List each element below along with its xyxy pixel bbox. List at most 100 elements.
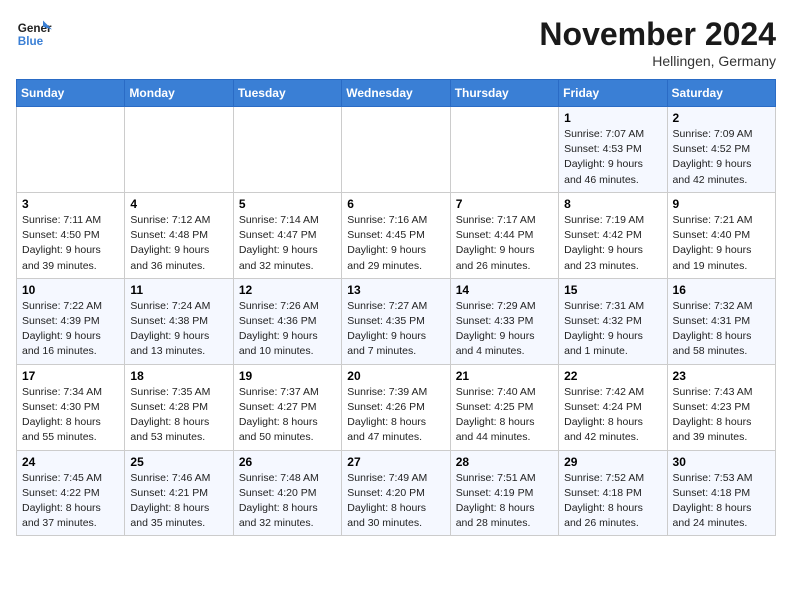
day-number: 2 [673, 111, 770, 125]
svg-text:General: General [18, 22, 52, 35]
calendar-week-row: 1Sunrise: 7:07 AM Sunset: 4:53 PM Daylig… [17, 107, 776, 193]
day-number: 10 [22, 283, 119, 297]
calendar-day-cell: 7 Sunrise: 7:17 AM Sunset: 4:44 PM Daylig… [450, 192, 558, 278]
day-number: 15 [564, 283, 661, 297]
day-info: Sunrise: 7:40 AM Sunset: 4:25 PM Dayligh… [456, 385, 553, 446]
calendar-day-cell: 24 Sunrise: 7:45 AM Sunset: 4:22 PM Dayli… [17, 450, 125, 536]
day-info: Sunrise: 7:39 AM Sunset: 4:26 PM Dayligh… [347, 385, 444, 446]
day-number: 22 [564, 369, 661, 383]
day-info: Sunrise: 7:51 AM Sunset: 4:19 PM Dayligh… [456, 471, 553, 532]
logo: General Blue [16, 16, 52, 52]
calendar-day-cell: 11Sunrise: 7:24 AM Sunset: 4:38 PM Dayli… [125, 278, 233, 364]
calendar-day-header: Wednesday [342, 80, 450, 107]
day-number: 14 [456, 283, 553, 297]
calendar-day-cell [17, 107, 125, 193]
calendar-day-header: Tuesday [233, 80, 341, 107]
day-info: Sunrise: 7:42 AM Sunset: 4:24 PM Dayligh… [564, 385, 661, 446]
calendar-day-cell [450, 107, 558, 193]
calendar-week-row: 3 Sunrise: 7:11 AM Sunset: 4:50 PM Daylig… [17, 192, 776, 278]
day-info: Sunrise: 7:43 AM Sunset: 4:23 PM Dayligh… [673, 385, 770, 446]
month-title: November 2024 [539, 16, 776, 53]
calendar-week-row: 17Sunrise: 7:34 AM Sunset: 4:30 PM Dayli… [17, 364, 776, 450]
calendar-day-cell [233, 107, 341, 193]
calendar-day-cell: 17Sunrise: 7:34 AM Sunset: 4:30 PM Dayli… [17, 364, 125, 450]
day-number: 23 [673, 369, 770, 383]
svg-text:Blue: Blue [18, 35, 44, 48]
day-info: Sunrise: 7:34 AM Sunset: 4:30 PM Dayligh… [22, 385, 119, 446]
calendar-day-cell [125, 107, 233, 193]
day-info: Sunrise: 7:45 AM Sunset: 4:22 PM Dayligh… [22, 471, 119, 532]
day-number: 24 [22, 455, 119, 469]
calendar-day-cell: 27Sunrise: 7:49 AM Sunset: 4:20 PM Dayli… [342, 450, 450, 536]
day-number: 4 [130, 197, 227, 211]
day-info: Sunrise: 7:26 AM Sunset: 4:36 PM Dayligh… [239, 299, 336, 360]
day-info: Sunrise: 7:52 AM Sunset: 4:18 PM Dayligh… [564, 471, 661, 532]
day-info: Sunrise: 7:49 AM Sunset: 4:20 PM Dayligh… [347, 471, 444, 532]
calendar-table: SundayMondayTuesdayWednesdayThursdayFrid… [16, 79, 776, 536]
calendar-day-cell: 8 Sunrise: 7:19 AM Sunset: 4:42 PM Daylig… [559, 192, 667, 278]
calendar-day-cell: 25Sunrise: 7:46 AM Sunset: 4:21 PM Dayli… [125, 450, 233, 536]
calendar-day-cell: 15 Sunrise: 7:31 AM Sunset: 4:32 PM Dayli… [559, 278, 667, 364]
day-number: 28 [456, 455, 553, 469]
day-number: 6 [347, 197, 444, 211]
day-info: Sunrise: 7:16 AM Sunset: 4:45 PM Dayligh… [347, 213, 444, 274]
calendar-day-cell: 29 Sunrise: 7:52 AM Sunset: 4:18 PM Dayli… [559, 450, 667, 536]
calendar-day-cell: 4 Sunrise: 7:12 AM Sunset: 4:48 PM Daylig… [125, 192, 233, 278]
day-number: 13 [347, 283, 444, 297]
day-number: 16 [673, 283, 770, 297]
calendar-day-cell: 20 Sunrise: 7:39 AM Sunset: 4:26 PM Dayli… [342, 364, 450, 450]
day-number: 21 [456, 369, 553, 383]
day-number: 9 [673, 197, 770, 211]
day-info: Sunrise: 7:11 AM Sunset: 4:50 PM Dayligh… [22, 213, 119, 274]
calendar-day-cell: 19 Sunrise: 7:37 AM Sunset: 4:27 PM Dayli… [233, 364, 341, 450]
day-number: 18 [130, 369, 227, 383]
day-info: Sunrise: 7:27 AM Sunset: 4:35 PM Dayligh… [347, 299, 444, 360]
calendar-day-header: Thursday [450, 80, 558, 107]
calendar-day-cell: 26Sunrise: 7:48 AM Sunset: 4:20 PM Dayli… [233, 450, 341, 536]
day-info: Sunrise: 7:53 AM Sunset: 4:18 PM Dayligh… [673, 471, 770, 532]
calendar-day-cell: 30 Sunrise: 7:53 AM Sunset: 4:18 PM Dayli… [667, 450, 775, 536]
calendar-day-header: Saturday [667, 80, 775, 107]
calendar-week-row: 24 Sunrise: 7:45 AM Sunset: 4:22 PM Dayli… [17, 450, 776, 536]
day-number: 25 [130, 455, 227, 469]
calendar-day-header: Monday [125, 80, 233, 107]
calendar-day-cell: 3 Sunrise: 7:11 AM Sunset: 4:50 PM Daylig… [17, 192, 125, 278]
day-info: Sunrise: 7:22 AM Sunset: 4:39 PM Dayligh… [22, 299, 119, 360]
day-number: 5 [239, 197, 336, 211]
day-info: Sunrise: 7:21 AM Sunset: 4:40 PM Dayligh… [673, 213, 770, 274]
day-info: Sunrise: 7:37 AM Sunset: 4:27 PM Dayligh… [239, 385, 336, 446]
day-number: 19 [239, 369, 336, 383]
day-info: Sunrise: 7:09 AM Sunset: 4:52 PM Dayligh… [673, 127, 770, 188]
calendar-day-cell [342, 107, 450, 193]
calendar-day-cell: 22 Sunrise: 7:42 AM Sunset: 4:24 PM Dayli… [559, 364, 667, 450]
day-number: 8 [564, 197, 661, 211]
calendar-day-cell: 10 Sunrise: 7:22 AM Sunset: 4:39 PM Dayli… [17, 278, 125, 364]
calendar-day-cell: 9 Sunrise: 7:21 AM Sunset: 4:40 PM Daylig… [667, 192, 775, 278]
logo-icon: General Blue [16, 16, 52, 52]
day-number: 20 [347, 369, 444, 383]
day-number: 3 [22, 197, 119, 211]
day-info: Sunrise: 7:24 AM Sunset: 4:38 PM Dayligh… [130, 299, 227, 360]
calendar-day-cell: 2 Sunrise: 7:09 AM Sunset: 4:52 PM Daylig… [667, 107, 775, 193]
day-info: Sunrise: 7:31 AM Sunset: 4:32 PM Dayligh… [564, 299, 661, 360]
title-area: November 2024 Hellingen, Germany [539, 16, 776, 69]
day-number: 7 [456, 197, 553, 211]
day-info: Sunrise: 7:17 AM Sunset: 4:44 PM Dayligh… [456, 213, 553, 274]
day-info: Sunrise: 7:19 AM Sunset: 4:42 PM Dayligh… [564, 213, 661, 274]
day-number: 30 [673, 455, 770, 469]
day-info: Sunrise: 7:12 AM Sunset: 4:48 PM Dayligh… [130, 213, 227, 274]
day-info: Sunrise: 7:14 AM Sunset: 4:47 PM Dayligh… [239, 213, 336, 274]
location: Hellingen, Germany [539, 53, 776, 69]
calendar-day-cell: 5 Sunrise: 7:14 AM Sunset: 4:47 PM Daylig… [233, 192, 341, 278]
day-info: Sunrise: 7:32 AM Sunset: 4:31 PM Dayligh… [673, 299, 770, 360]
calendar-day-cell: 12Sunrise: 7:26 AM Sunset: 4:36 PM Dayli… [233, 278, 341, 364]
calendar-week-row: 10 Sunrise: 7:22 AM Sunset: 4:39 PM Dayli… [17, 278, 776, 364]
calendar-day-cell: 18Sunrise: 7:35 AM Sunset: 4:28 PM Dayli… [125, 364, 233, 450]
calendar-day-cell: 14 Sunrise: 7:29 AM Sunset: 4:33 PM Dayli… [450, 278, 558, 364]
calendar-day-cell: 28 Sunrise: 7:51 AM Sunset: 4:19 PM Dayli… [450, 450, 558, 536]
day-info: Sunrise: 7:48 AM Sunset: 4:20 PM Dayligh… [239, 471, 336, 532]
day-number: 29 [564, 455, 661, 469]
page-header: General Blue November 2024 Hellingen, Ge… [16, 16, 776, 69]
day-info: Sunrise: 7:29 AM Sunset: 4:33 PM Dayligh… [456, 299, 553, 360]
calendar-day-cell: 21 Sunrise: 7:40 AM Sunset: 4:25 PM Dayli… [450, 364, 558, 450]
